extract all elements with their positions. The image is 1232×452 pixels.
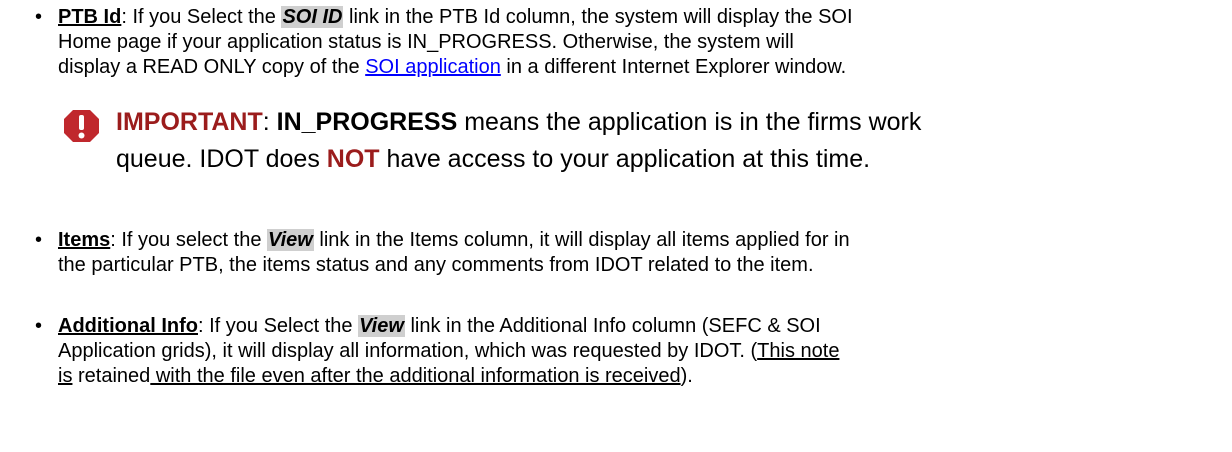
additional-info-line-2: Application grids), it will display all …: [58, 340, 840, 362]
term-ptb-id: PTB Id: [58, 6, 122, 28]
ptb-id-line-3: display a READ ONLY copy of the SOI appl…: [58, 56, 847, 78]
bullet: •: [35, 229, 43, 251]
important-label: IMPORTANT: [116, 108, 263, 136]
important-callout: IMPORTANT: IN_PROGRESS means the applica…: [63, 105, 1223, 195]
warning-octagon-icon: [64, 110, 99, 142]
view-link-label: View: [267, 229, 314, 251]
term-items: Items: [58, 229, 111, 251]
important-text-line-1: IMPORTANT: IN_PROGRESS means the applica…: [116, 108, 922, 136]
note-underlined: This note: [757, 340, 840, 362]
additional-info-line-3: is retained with the file even after the…: [58, 365, 693, 387]
items-line-2: the particular PTB, the items status and…: [58, 254, 814, 276]
document-page: • PTB Id: If you Select the SOI ID link …: [0, 0, 1232, 452]
bullet: •: [35, 6, 43, 28]
important-text-line-2: queue. IDOT does NOT have access to your…: [116, 145, 871, 173]
term-additional-info: Additional Info: [58, 315, 198, 337]
not-emphasis: NOT: [326, 145, 380, 173]
view-link-label: View: [358, 315, 405, 337]
items-description: Items: If you select the View link in th…: [58, 229, 850, 251]
additional-info-description: Additional Info: If you Select the View …: [58, 315, 821, 337]
in-progress-term: IN_PROGRESS: [276, 108, 458, 136]
soi-id-link-label: SOI ID: [281, 6, 344, 28]
ptb-id-description: PTB Id: If you Select the SOI ID link in…: [58, 6, 853, 28]
bullet: •: [35, 315, 43, 337]
soi-application-link[interactable]: SOI application: [365, 56, 501, 78]
ptb-id-line-2: Home page if your application status is …: [58, 31, 794, 53]
